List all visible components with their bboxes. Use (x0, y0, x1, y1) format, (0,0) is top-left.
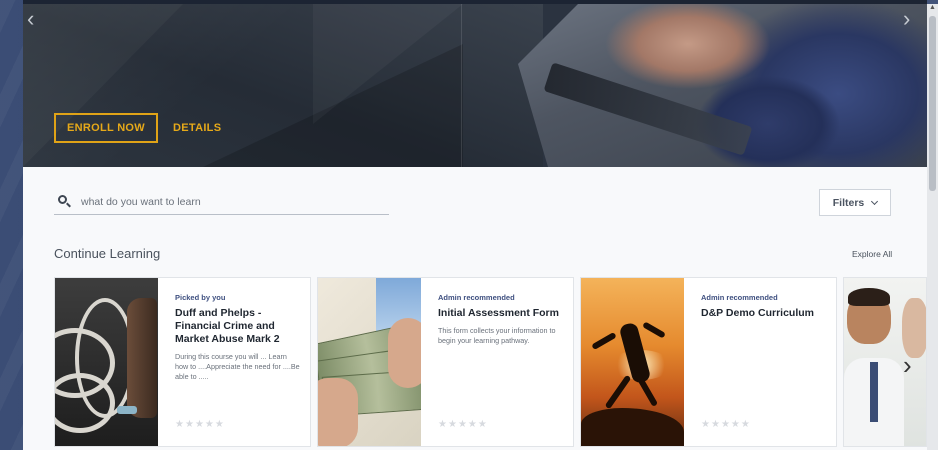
chevron-right-icon[interactable]: › (903, 8, 910, 30)
search-bar (54, 190, 389, 215)
star-icon: ★ (175, 419, 184, 430)
explore-all-link[interactable]: Explore All (852, 249, 892, 259)
star-icon: ★ (447, 419, 457, 430)
card-title[interactable]: D&P Demo Curriculum (701, 307, 826, 320)
hero-divider (461, 4, 462, 167)
chevron-left-icon[interactable]: ‹ (27, 8, 34, 30)
chevron-right-icon[interactable]: › (903, 352, 912, 378)
filters-button[interactable]: Filters (819, 189, 891, 216)
star-icon: ★ (194, 419, 204, 430)
course-thumbnail (581, 278, 684, 446)
star-icon: ★ (740, 419, 750, 430)
star-icon: ★ (184, 419, 194, 430)
scrollbar-thumb[interactable] (929, 16, 936, 191)
course-card-partial[interactable] (843, 277, 927, 447)
star-icon: ★ (720, 419, 730, 430)
star-icon: ★ (467, 419, 477, 430)
star-rating: ★ ★ ★ ★ ★ (438, 420, 487, 430)
filters-label: Filters (832, 196, 865, 209)
star-icon: ★ (710, 419, 720, 430)
card-title[interactable]: Initial Assessment Form (438, 307, 563, 320)
card-tag: Picked by you (175, 293, 226, 302)
course-thumbnail (55, 278, 158, 446)
star-rating: ★ ★ ★ ★ ★ (175, 420, 224, 430)
star-icon: ★ (701, 419, 710, 430)
app-window: ‹ › ENROLL NOW DETAILS Filters Continue … (23, 4, 927, 450)
course-card[interactable]: Admin recommended Initial Assessment For… (317, 277, 574, 447)
course-card[interactable]: Picked by you Duff and Phelps - Financia… (54, 277, 311, 447)
section-title: Continue Learning (54, 246, 161, 261)
course-card[interactable]: Admin recommended D&P Demo Curriculum ★ … (580, 277, 837, 447)
star-icon: ★ (477, 419, 487, 430)
card-tag: Admin recommended (701, 293, 778, 302)
star-icon: ★ (204, 419, 214, 430)
card-description: This form collects your information to b… (438, 326, 556, 345)
search-input[interactable] (81, 196, 381, 208)
hero-facet (313, 4, 463, 124)
scrollbar[interactable]: ▲ (927, 4, 938, 450)
star-rating: ★ ★ ★ ★ ★ (701, 420, 750, 430)
course-thumbnail (318, 278, 421, 446)
scroll-up-icon[interactable]: ▲ (929, 4, 936, 11)
card-description: During this course you will ... Learn ho… (175, 352, 300, 381)
chevron-down-icon (871, 197, 879, 205)
star-icon: ★ (457, 419, 467, 430)
star-icon: ★ (730, 419, 740, 430)
hero-banner: ‹ › ENROLL NOW DETAILS (23, 4, 927, 167)
star-icon: ★ (438, 419, 447, 430)
card-title[interactable]: Duff and Phelps - Financial Crime and Ma… (175, 307, 300, 346)
enroll-now-button[interactable]: ENROLL NOW (54, 113, 158, 143)
details-link[interactable]: DETAILS (173, 122, 221, 134)
search-icon[interactable] (58, 195, 72, 209)
star-icon: ★ (214, 419, 224, 430)
card-tag: Admin recommended (438, 293, 515, 302)
